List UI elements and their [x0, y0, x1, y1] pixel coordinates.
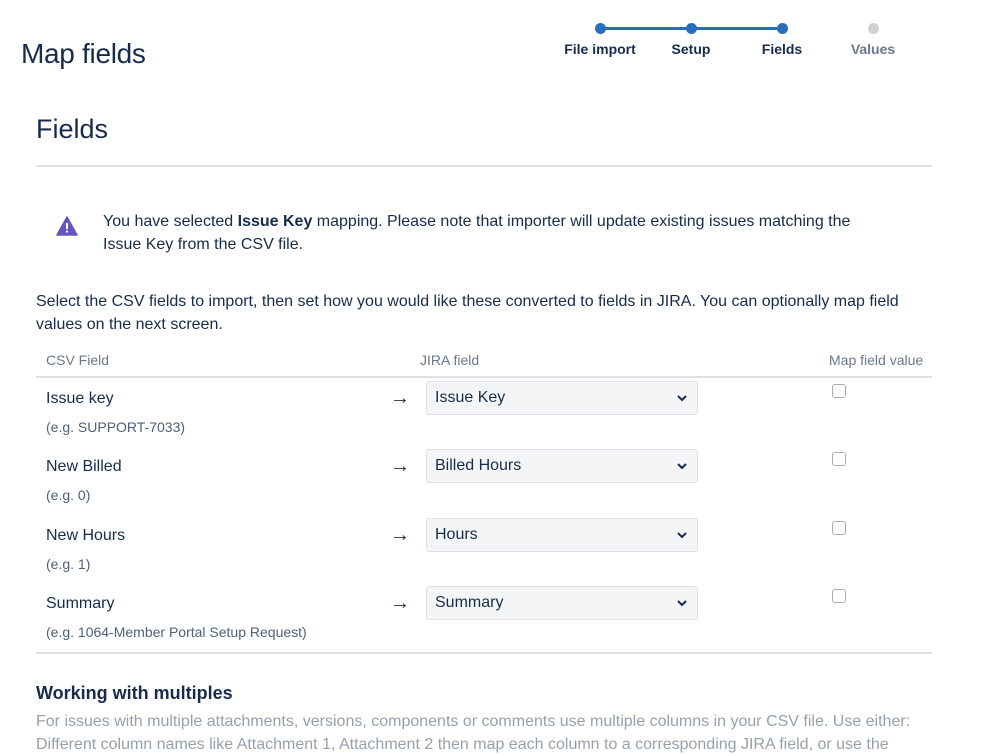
- step-dot-fields: [777, 23, 788, 34]
- step-connector: [691, 27, 782, 30]
- csv-field-example: (e.g. SUPPORT-7033): [46, 419, 186, 435]
- arrow-right-icon: →: [390, 524, 410, 546]
- chevron-down-icon: [671, 524, 693, 546]
- map-field-value-checkbox[interactable]: [832, 384, 846, 398]
- progress-stepper: File import Setup Fields Values: [560, 10, 960, 90]
- table-row: New Billed (e.g. 0) → Billed Hours: [36, 449, 932, 526]
- table-header-divider: [36, 376, 932, 378]
- chevron-down-icon: [671, 387, 693, 409]
- jira-field-select[interactable]: Billed Hours: [426, 449, 698, 483]
- warning-text: You have selected Issue Key mapping. Ple…: [103, 210, 893, 256]
- step-dot-setup: [686, 23, 697, 34]
- arrow-right-icon: →: [390, 455, 410, 477]
- table-row: Issue key (e.g. SUPPORT-7033) → Issue Ke…: [36, 381, 932, 458]
- arrow-right-icon: →: [390, 387, 410, 409]
- column-header-csv-field: CSV Field: [46, 352, 110, 368]
- csv-field-example: (e.g. 1064-Member Portal Setup Request): [46, 624, 307, 640]
- table-row: New Hours (e.g. 1) → Hours: [36, 518, 932, 595]
- jira-field-select[interactable]: Summary: [426, 586, 698, 620]
- csv-field-name: New Hours: [46, 527, 126, 544]
- step-label-fields: Fields: [761, 41, 803, 57]
- warning-icon: [56, 216, 78, 236]
- jira-field-select-value: Billed Hours: [435, 457, 522, 474]
- step-connector: [600, 27, 691, 30]
- step-dot-file-import: [595, 23, 606, 34]
- step-label-file-import: File import: [564, 41, 636, 57]
- warning-bold: Issue Key: [237, 213, 313, 230]
- page-title: Map fields: [21, 38, 146, 69]
- jira-field-select[interactable]: Hours: [426, 518, 698, 552]
- divider: [36, 165, 932, 167]
- step-label-values: Values: [850, 41, 896, 57]
- map-field-value-checkbox[interactable]: [832, 452, 846, 466]
- jira-field-select[interactable]: Issue Key: [426, 381, 698, 415]
- csv-field-name: Summary: [46, 595, 115, 612]
- map-field-value-checkbox[interactable]: [832, 589, 846, 603]
- chevron-down-icon: [671, 455, 693, 477]
- csv-field-example: (e.g. 0): [46, 487, 91, 503]
- step-label-setup: Setup: [671, 41, 711, 57]
- column-header-jira-field: JIRA field: [420, 352, 480, 368]
- map-field-value-checkbox[interactable]: [832, 521, 846, 535]
- multiples-title: Working with multiples: [36, 683, 233, 703]
- section-title: Fields: [36, 114, 109, 144]
- warning-prefix: You have selected: [103, 213, 238, 230]
- intro-text: Select the CSV fields to import, then se…: [36, 293, 899, 333]
- csv-field-name: Issue key: [46, 390, 114, 407]
- column-header-map-field-value: Map field value: [829, 352, 924, 368]
- arrow-right-icon: →: [390, 592, 410, 614]
- table-bottom-divider: [36, 652, 932, 654]
- chevron-down-icon: [671, 592, 693, 614]
- multiples-text: For issues with multiple attachments, ve…: [36, 713, 911, 753]
- csv-field-name: New Billed: [46, 458, 122, 475]
- jira-field-select-value: Hours: [435, 526, 478, 543]
- jira-field-select-value: Summary: [435, 594, 504, 611]
- step-dot-values: [868, 23, 879, 34]
- csv-field-example: (e.g. 1): [46, 556, 91, 572]
- jira-field-select-value: Issue Key: [435, 389, 506, 406]
